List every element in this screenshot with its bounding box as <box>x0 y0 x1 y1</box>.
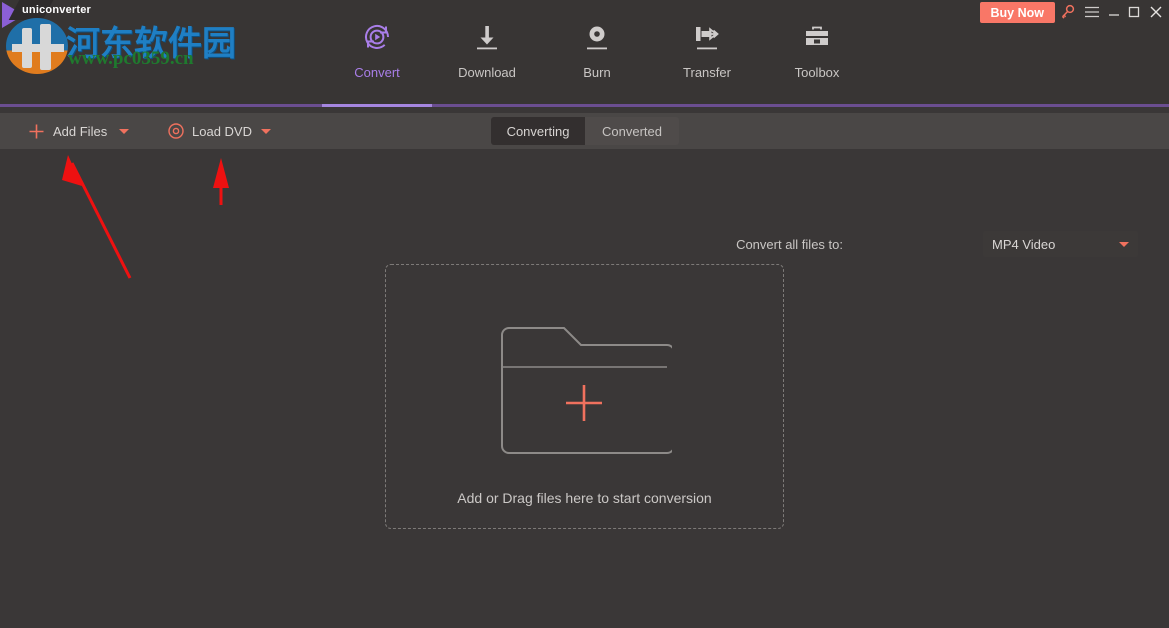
arrow-to-add-files <box>62 155 130 278</box>
load-dvd-label: Load DVD <box>192 124 252 139</box>
burn-icon <box>580 18 614 56</box>
dropzone-text: Add or Drag files here to start conversi… <box>457 490 711 506</box>
key-icon[interactable] <box>1057 2 1079 22</box>
minimize-button[interactable] <box>1103 2 1125 22</box>
nav-item-toolbox[interactable]: Toolbox <box>762 18 872 80</box>
load-dvd-dropdown[interactable] <box>261 113 271 149</box>
nav-label-download: Download <box>458 65 516 80</box>
nav-label-transfer: Transfer <box>683 65 731 80</box>
convert-all-files-label: Convert all files to: <box>736 237 843 252</box>
load-dvd-button[interactable]: Load DVD <box>168 113 252 149</box>
download-icon <box>470 18 504 56</box>
chevron-down-icon <box>119 129 129 134</box>
app-name: uniconverter <box>22 4 91 16</box>
nav-active-indicator <box>322 104 432 107</box>
main-nav: Convert Download <box>322 18 872 80</box>
add-files-button[interactable]: Add Files <box>28 113 107 149</box>
plus-icon <box>28 123 45 140</box>
folder-add-icon <box>497 317 672 462</box>
close-button[interactable] <box>1145 2 1167 22</box>
nav-item-burn[interactable]: Burn <box>542 18 652 80</box>
add-files-dropdown[interactable] <box>119 113 129 149</box>
app-logo: uniconverter 河东软件园 www.pc0359.cn <box>0 0 210 80</box>
watermark-url: www.pc0359.cn <box>68 48 194 70</box>
buy-now-button[interactable]: Buy Now <box>980 2 1055 23</box>
nav-item-transfer[interactable]: Transfer <box>652 18 762 80</box>
transfer-icon <box>690 18 724 56</box>
maximize-button[interactable] <box>1123 2 1145 22</box>
format-select[interactable]: MP4 Video <box>983 231 1138 257</box>
add-files-label: Add Files <box>53 124 107 139</box>
nav-label-convert: Convert <box>354 65 400 80</box>
format-select-value: MP4 Video <box>992 237 1119 252</box>
file-dropzone[interactable]: Add or Drag files here to start conversi… <box>385 264 784 529</box>
chevron-down-icon <box>1119 242 1129 247</box>
status-tabs: Converting Converted <box>491 117 679 145</box>
title-bar: uniconverter 河东软件园 www.pc0359.cn Conv <box>0 0 1169 104</box>
nav-item-convert[interactable]: Convert <box>322 18 432 80</box>
nav-divider <box>0 104 1169 107</box>
tab-converted[interactable]: Converted <box>585 117 679 145</box>
nav-label-toolbox: Toolbox <box>795 65 840 80</box>
arrow-to-load-dvd <box>213 158 229 205</box>
convert-icon <box>360 18 394 56</box>
tab-converting[interactable]: Converting <box>491 117 585 145</box>
toolbox-icon <box>800 18 834 56</box>
chevron-down-icon <box>261 129 271 134</box>
disc-icon <box>168 123 184 139</box>
watermark-bar <box>12 44 64 52</box>
hamburger-menu-icon[interactable] <box>1081 2 1103 22</box>
nav-label-burn: Burn <box>583 65 610 80</box>
uniconverter-window: uniconverter 河东软件园 www.pc0359.cn Conv <box>0 0 1169 628</box>
nav-item-download[interactable]: Download <box>432 18 542 80</box>
